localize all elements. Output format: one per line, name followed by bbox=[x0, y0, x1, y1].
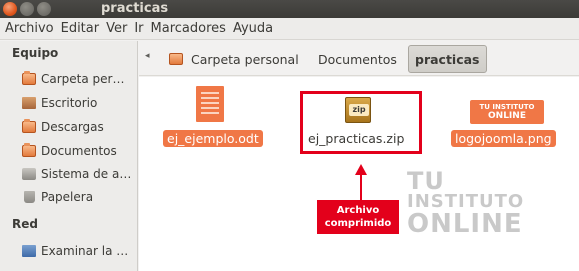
zip-archive-icon[interactable]: zip bbox=[345, 97, 371, 123]
watermark-line3: ONLINE bbox=[407, 209, 523, 239]
sidebar: Equipo Carpeta per… Escritorio Descargas… bbox=[0, 41, 138, 271]
sidebar-item-label: Papelera bbox=[41, 190, 94, 204]
sidebar-item-documentos[interactable]: Documentos bbox=[22, 141, 134, 161]
breadcrumb-documentos[interactable]: Documentos bbox=[312, 45, 403, 73]
breadcrumb-carpeta-personal[interactable]: Carpeta personal bbox=[163, 45, 305, 73]
filesystem-icon bbox=[22, 168, 36, 180]
logo-icon-text-line2: ONLINE bbox=[488, 111, 526, 121]
file-view[interactable]: ej_ejemplo.odt zip ej_practicas.zip TU I… bbox=[139, 77, 579, 271]
sidebar-item-label: Sistema de a… bbox=[41, 167, 132, 181]
sidebar-item-label: Carpeta per… bbox=[41, 72, 125, 86]
breadcrumb-practicas[interactable]: practicas bbox=[408, 45, 487, 73]
file-label-ej-practicas[interactable]: ej_practicas.zip bbox=[304, 130, 408, 147]
sidebar-item-label: Documentos bbox=[41, 144, 117, 158]
menu-editar[interactable]: Editar bbox=[56, 21, 100, 36]
documents-folder-icon bbox=[22, 143, 36, 157]
file-label-logojoomla[interactable]: logojoomla.png bbox=[451, 130, 556, 147]
watermark-logo: TU INSTITUTO ONLINE bbox=[407, 169, 524, 237]
downloads-folder-icon bbox=[22, 119, 36, 133]
breadcrumb-label: Documentos bbox=[318, 51, 397, 67]
file-label-ej-ejemplo[interactable]: ej_ejemplo.odt bbox=[163, 130, 263, 147]
logo-icon-text-line1: TU INSTITUTO bbox=[479, 103, 535, 111]
menu-ir[interactable]: Ir bbox=[129, 21, 143, 36]
menu-bar: Archivo Editar Ver Ir Marcadores Ayuda bbox=[0, 18, 579, 40]
annotation-arrow-line bbox=[360, 174, 362, 203]
watermark-line1: TU bbox=[407, 167, 445, 195]
sidebar-item-papelera[interactable]: Papelera bbox=[22, 187, 134, 207]
location-bar: ◂ Carpeta personal Documentos practicas bbox=[139, 41, 579, 76]
home-folder-icon bbox=[169, 53, 183, 65]
breadcrumb-label: practicas bbox=[415, 51, 480, 67]
network-icon bbox=[22, 245, 36, 257]
sidebar-item-sistema-de-archivos[interactable]: Sistema de a… bbox=[22, 164, 134, 184]
sidebar-item-examinar-la-red[interactable]: Examinar la … bbox=[22, 241, 134, 261]
home-folder-icon bbox=[22, 71, 36, 85]
zip-icon-text: zip bbox=[349, 104, 369, 116]
title-bar: practicas bbox=[0, 0, 579, 18]
sidebar-item-label: Examinar la … bbox=[41, 244, 129, 258]
sidebar-item-escritorio[interactable]: Escritorio bbox=[22, 93, 134, 113]
sidebar-heading-equipo: Equipo bbox=[12, 46, 59, 60]
sidebar-item-label: Descargas bbox=[41, 120, 104, 134]
annotation-line2: comprimido bbox=[324, 218, 392, 229]
sidebar-item-label: Escritorio bbox=[41, 96, 98, 110]
menu-ver[interactable]: Ver bbox=[101, 21, 127, 36]
annotation-line1: Archivo bbox=[336, 205, 380, 216]
png-image-icon[interactable]: TU INSTITUTO ONLINE bbox=[470, 100, 544, 124]
maximize-window-button[interactable] bbox=[37, 2, 51, 16]
window-title: practicas bbox=[101, 1, 169, 16]
sidebar-item-carpeta-personal[interactable]: Carpeta per… bbox=[22, 69, 134, 89]
sidebar-heading-red: Red bbox=[12, 217, 38, 231]
menu-marcadores[interactable]: Marcadores bbox=[146, 21, 226, 36]
odt-document-icon[interactable] bbox=[196, 86, 224, 122]
sidebar-item-descargas[interactable]: Descargas bbox=[22, 117, 134, 137]
close-window-button[interactable] bbox=[3, 2, 17, 16]
desktop-icon bbox=[22, 97, 36, 109]
menu-ayuda[interactable]: Ayuda bbox=[228, 21, 273, 36]
path-back-arrow-icon[interactable]: ◂ bbox=[145, 51, 150, 61]
breadcrumb-label: Carpeta personal bbox=[191, 51, 299, 67]
annotation-callout: Archivo comprimido bbox=[317, 200, 399, 234]
trash-icon bbox=[24, 191, 35, 203]
menu-archivo[interactable]: Archivo bbox=[0, 21, 54, 36]
minimize-window-button[interactable] bbox=[20, 2, 34, 16]
